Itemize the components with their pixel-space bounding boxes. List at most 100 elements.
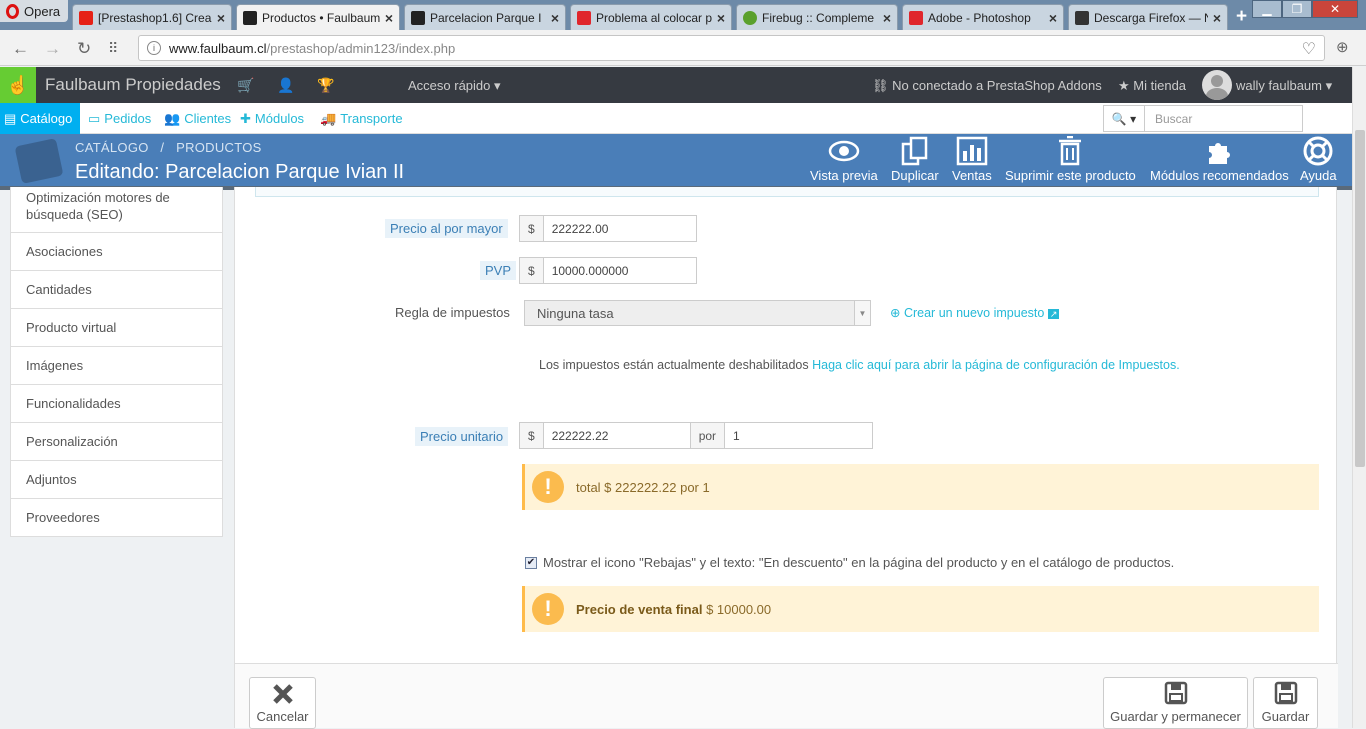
back-icon[interactable]: ←: [12, 39, 29, 59]
close-tab-icon[interactable]: ×: [883, 10, 891, 26]
final-price-label: Precio de venta final: [576, 601, 703, 617]
menu-item-label: Pedidos: [104, 111, 152, 126]
nav-item-attachments[interactable]: Adjuntos: [11, 461, 222, 499]
credit-card-icon: ▭: [88, 110, 101, 126]
puzzle-icon: [1209, 143, 1231, 164]
speed-dial-icon[interactable]: ⠿: [108, 40, 118, 57]
firebug-favicon-icon: [743, 10, 757, 25]
tax-notice-text: Los impuestos están actualmente deshabil…: [539, 358, 809, 372]
nav-item-quantities[interactable]: Cantidades: [11, 271, 222, 309]
delete-product-button[interactable]: Suprimir este producto: [1005, 136, 1136, 183]
nav-item-suppliers[interactable]: Proveedores: [11, 499, 222, 537]
prestashop-logo-icon[interactable]: ☝: [0, 67, 36, 103]
close-window-icon[interactable]: ✕: [1312, 0, 1358, 18]
nav-item-virtual-product[interactable]: Producto virtual: [11, 309, 222, 347]
unit-price-input[interactable]: 222222.22: [543, 422, 691, 449]
minimize-icon[interactable]: ▁: [1252, 0, 1282, 18]
nav-item-label: Imágenes: [26, 358, 84, 373]
search-input[interactable]: Buscar: [1145, 105, 1303, 132]
search-type-button[interactable]: 🔍 ▾: [1103, 105, 1145, 132]
browser-tab-title: Descarga Firefox — N: [1094, 10, 1208, 25]
addons-status-label: No conectado a PrestaShop Addons: [892, 78, 1102, 93]
tax-config-link[interactable]: Haga clic aquí para abrir la página de c…: [812, 358, 1180, 372]
quick-access-menu[interactable]: Acceso rápido ▾: [408, 78, 501, 94]
nav-item-images[interactable]: Imágenes: [11, 347, 222, 385]
sales-button[interactable]: Ventas: [952, 136, 992, 183]
pvp-group: $ 10000.000000: [519, 257, 697, 284]
site-info-icon[interactable]: i: [147, 41, 161, 55]
browser-tab[interactable]: [Prestashop1.6] Crea ×: [72, 4, 232, 30]
menu-item-modules[interactable]: ✚ Módulos: [236, 103, 308, 134]
cart-icon[interactable]: 🛒: [237, 77, 254, 94]
close-tab-icon[interactable]: ×: [717, 10, 725, 26]
trophy-icon[interactable]: 🏆: [317, 77, 334, 94]
menu-item-label: Módulos: [254, 111, 305, 126]
preview-button[interactable]: Vista previa: [810, 136, 878, 183]
unit-per-addon: por: [690, 422, 726, 449]
my-store-link[interactable]: ★ Mi tienda: [1118, 78, 1186, 94]
opera-menu-button[interactable]: Opera: [0, 0, 68, 22]
close-tab-icon[interactable]: ×: [1049, 10, 1057, 26]
save-button[interactable]: Guardar: [1253, 677, 1318, 729]
addons-status[interactable]: ⛓ No conectado a PrestaShop Addons: [872, 78, 1102, 94]
create-tax-link[interactable]: ⊕ Crear un nuevo impuesto ↗: [890, 305, 1060, 320]
nav-item-customization[interactable]: Personalización: [11, 423, 222, 461]
help-button[interactable]: Ayuda: [1300, 136, 1337, 183]
prestashop-favicon-icon: [411, 10, 425, 25]
new-tab-icon[interactable]: +: [1236, 6, 1247, 28]
user-name: wally faulbaum: [1236, 78, 1322, 93]
wholesale-price-input[interactable]: 222222.00: [543, 215, 697, 242]
unit-quantity-input[interactable]: 1: [725, 422, 874, 449]
breadcrumb-products[interactable]: PRODUCTOS: [176, 140, 262, 155]
page-toolbar: CATÁLOGO / PRODUCTOS Editando: Parcelaci…: [0, 134, 1352, 186]
opera-logo-icon: [6, 3, 19, 19]
page-scrollbar[interactable]: [1352, 67, 1366, 728]
prices-panel: Precio al por mayor $ 222222.00 PVP $ 10…: [234, 187, 1338, 729]
menu-item-customers[interactable]: 👥 Clientes: [160, 103, 235, 134]
close-tab-icon[interactable]: ×: [217, 10, 225, 26]
browser-tab-title: Parcelacion Parque I: [430, 10, 542, 25]
close-tab-icon[interactable]: ×: [385, 10, 393, 26]
scrollbar-thumb[interactable]: [1355, 130, 1365, 467]
menu-item-shipping[interactable]: 🚚 Transporte: [316, 103, 407, 134]
menu-item-catalog[interactable]: ▤ Catálogo: [0, 103, 80, 134]
nav-item-associations[interactable]: Asociaciones: [11, 233, 222, 271]
avatar[interactable]: [1202, 70, 1232, 100]
browser-tab[interactable]: Parcelacion Parque I ×: [404, 4, 566, 30]
breadcrumb-catalog[interactable]: CATÁLOGO: [75, 140, 149, 155]
shop-name[interactable]: Faulbaum Propiedades: [45, 75, 221, 95]
search-group: 🔍 ▾ Buscar: [1103, 105, 1303, 132]
currency-addon: $: [519, 422, 544, 449]
search-placeholder: Buscar: [1155, 111, 1193, 126]
help-label: Ayuda: [1300, 168, 1337, 183]
browser-tab[interactable]: Problema al colocar p ×: [570, 4, 732, 30]
nav-item-features[interactable]: Funcionalidades: [11, 385, 222, 423]
warning-icon: !: [532, 471, 564, 503]
nav-item-label: Cantidades: [26, 282, 92, 297]
browser-tab[interactable]: Descarga Firefox — N ×: [1068, 4, 1228, 30]
recommended-modules-button[interactable]: Módulos recomendados: [1150, 136, 1289, 183]
user-menu[interactable]: wally faulbaum ▾: [1236, 78, 1332, 94]
customers-icon[interactable]: 👤: [277, 77, 294, 94]
duplicate-button[interactable]: Duplicar: [891, 136, 939, 183]
url-field[interactable]: i www.faulbaum.cl /prestashop/admin123/i…: [138, 35, 1325, 61]
pvp-input[interactable]: 10000.000000: [543, 257, 697, 284]
on-sale-checkbox[interactable]: ✔: [525, 557, 537, 569]
close-tab-icon[interactable]: ×: [551, 10, 559, 26]
bookmark-heart-icon[interactable]: ♡: [1302, 39, 1316, 59]
forward-icon[interactable]: →: [44, 39, 61, 59]
reload-icon[interactable]: ↻: [77, 39, 91, 59]
close-tab-icon[interactable]: ×: [1213, 10, 1221, 26]
browser-tab[interactable]: Adobe - Photoshop ×: [902, 4, 1064, 30]
unit-total-text: total $ 222222.22 por 1: [576, 479, 710, 495]
maximize-icon[interactable]: ❐: [1282, 0, 1312, 18]
cancel-button[interactable]: Cancelar: [249, 677, 316, 729]
browser-tab-active[interactable]: Productos • Faulbaum ×: [236, 4, 400, 31]
browser-tab[interactable]: Firebug :: Compleme ×: [736, 4, 898, 30]
delete-product-label: Suprimir este producto: [1005, 168, 1136, 183]
nav-item-seo[interactable]: Optimización motores de búsqueda (SEO): [11, 187, 222, 233]
download-icon[interactable]: ⊕: [1336, 38, 1349, 56]
save-and-stay-button[interactable]: Guardar y permanecer: [1103, 677, 1248, 729]
tax-rule-select[interactable]: Ninguna tasa ▼: [524, 300, 871, 326]
menu-item-orders[interactable]: ▭ Pedidos: [84, 103, 155, 134]
